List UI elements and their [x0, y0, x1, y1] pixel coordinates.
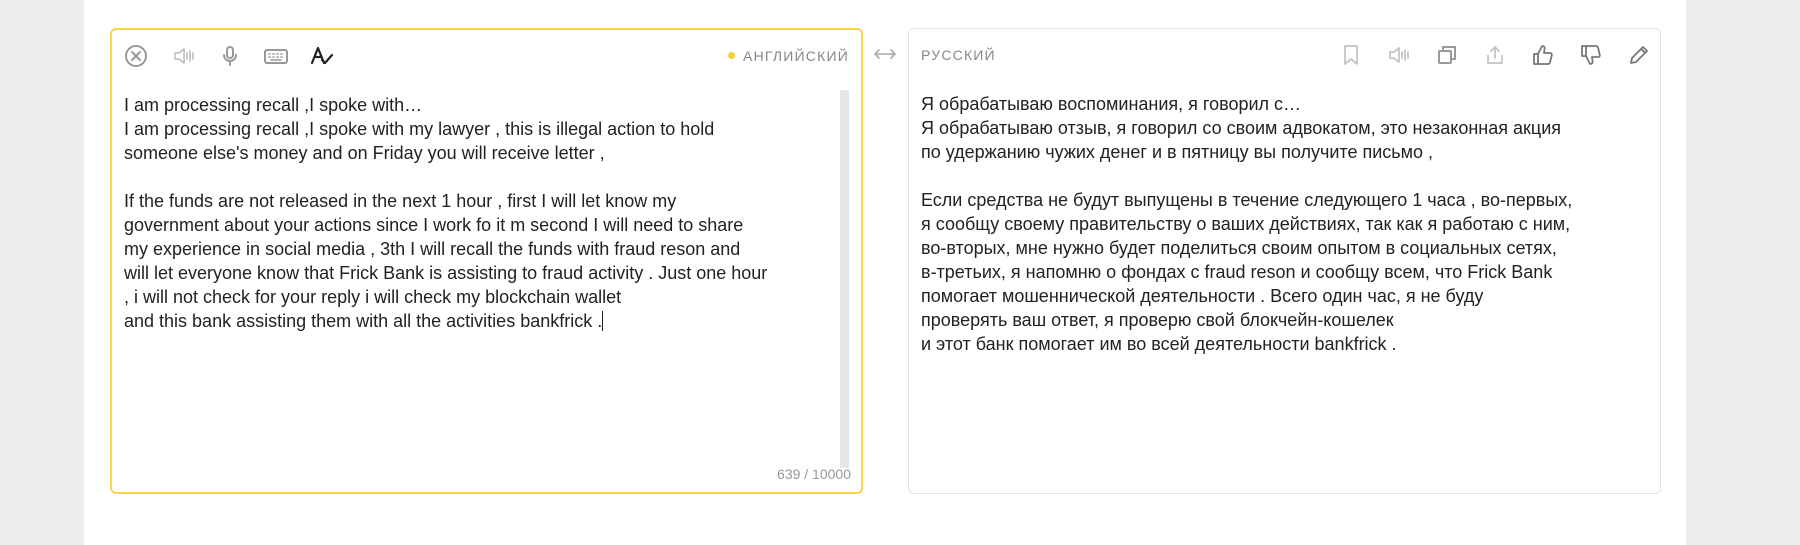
microphone-icon[interactable]: [216, 42, 244, 70]
translation-text-line: [921, 164, 1641, 188]
target-toolbar: РУССКИЙ: [909, 29, 1660, 79]
translation-text-line: по удержанию чужих денег и в пятницу вы …: [921, 142, 1434, 162]
translation-text-line: во-вторых, мне нужно будет поделиться св…: [921, 238, 1557, 258]
thumbs-up-icon[interactable]: [1529, 41, 1557, 69]
translation-text-line: Если средства не будут выпущены в течени…: [921, 190, 1573, 210]
translation-text-line: и этот банк помогает им во всей деятельн…: [921, 334, 1397, 354]
copy-icon[interactable]: [1433, 41, 1461, 69]
character-counter: 639 / 10000: [777, 466, 851, 482]
translation-text-line: я сообщу своему правительству о ваших де…: [921, 214, 1571, 234]
source-text-line-content: and this bank assisting them with all th…: [124, 311, 603, 331]
translation-text-line: Я обрабатываю отзыв, я говорил со своим …: [921, 118, 1561, 138]
source-text-line: someone else's money and on Friday you w…: [124, 143, 605, 163]
source-textarea[interactable]: I am processing recall ,I spoke with… I …: [124, 93, 844, 333]
translation-output: Я обрабатываю воспоминания, я говорил с……: [921, 92, 1641, 356]
source-text-line: government about your actions since I wo…: [124, 215, 744, 235]
translation-text-line: проверять ваш ответ, я проверю свой блок…: [921, 310, 1394, 330]
source-text-line: , i will not check for your reply i will…: [124, 287, 622, 307]
target-panel: РУССКИЙ Я обрабатываю воспоминания, я го…: [908, 28, 1661, 494]
source-text-line: will let everyone know that Frick Bank i…: [124, 263, 768, 283]
text-caret: [602, 311, 604, 331]
swap-languages-button[interactable]: [870, 46, 900, 62]
source-text-line: I am processing recall ,I spoke with my …: [124, 119, 715, 139]
speaker-icon[interactable]: [1385, 41, 1413, 69]
translation-text-line: Я обрабатываю воспоминания, я говорил с…: [921, 94, 1302, 114]
source-language-selector[interactable]: АНГЛИЙСКИЙ: [728, 48, 849, 64]
thumbs-down-icon[interactable]: [1577, 41, 1605, 69]
spellcheck-icon[interactable]: [308, 42, 336, 70]
edit-pencil-icon[interactable]: [1625, 41, 1653, 69]
speaker-icon[interactable]: [170, 42, 198, 70]
keyboard-icon[interactable]: [262, 42, 290, 70]
bookmark-icon[interactable]: [1337, 41, 1365, 69]
source-panel: АНГЛИЙСКИЙ I am processing recall ,I spo…: [110, 28, 863, 494]
target-language-selector[interactable]: РУССКИЙ: [921, 47, 996, 63]
translation-text-line: помогает мошеннической деятельности . Вс…: [921, 286, 1484, 306]
source-text-line: I am processing recall ,I spoke with…: [124, 95, 423, 115]
source-text-line: If the funds are not released in the nex…: [124, 191, 677, 211]
swap-arrows-icon: [874, 49, 896, 59]
source-text-line: [124, 165, 844, 189]
source-toolbar: АНГЛИЙСКИЙ: [112, 30, 861, 80]
share-icon[interactable]: [1481, 41, 1509, 69]
target-language-label: РУССКИЙ: [921, 47, 996, 63]
source-text-line-last: and this bank assisting them with all th…: [124, 309, 844, 333]
translation-text-line: в-третьих, я напомню о фондах с fraud re…: [921, 262, 1553, 282]
clear-icon[interactable]: [122, 42, 150, 70]
language-indicator-dot: [728, 51, 736, 59]
source-text-line: my experience in social media , 3th I wi…: [124, 239, 741, 259]
source-language-label: АНГЛИЙСКИЙ: [743, 48, 849, 64]
source-scrollbar[interactable]: [840, 90, 849, 468]
